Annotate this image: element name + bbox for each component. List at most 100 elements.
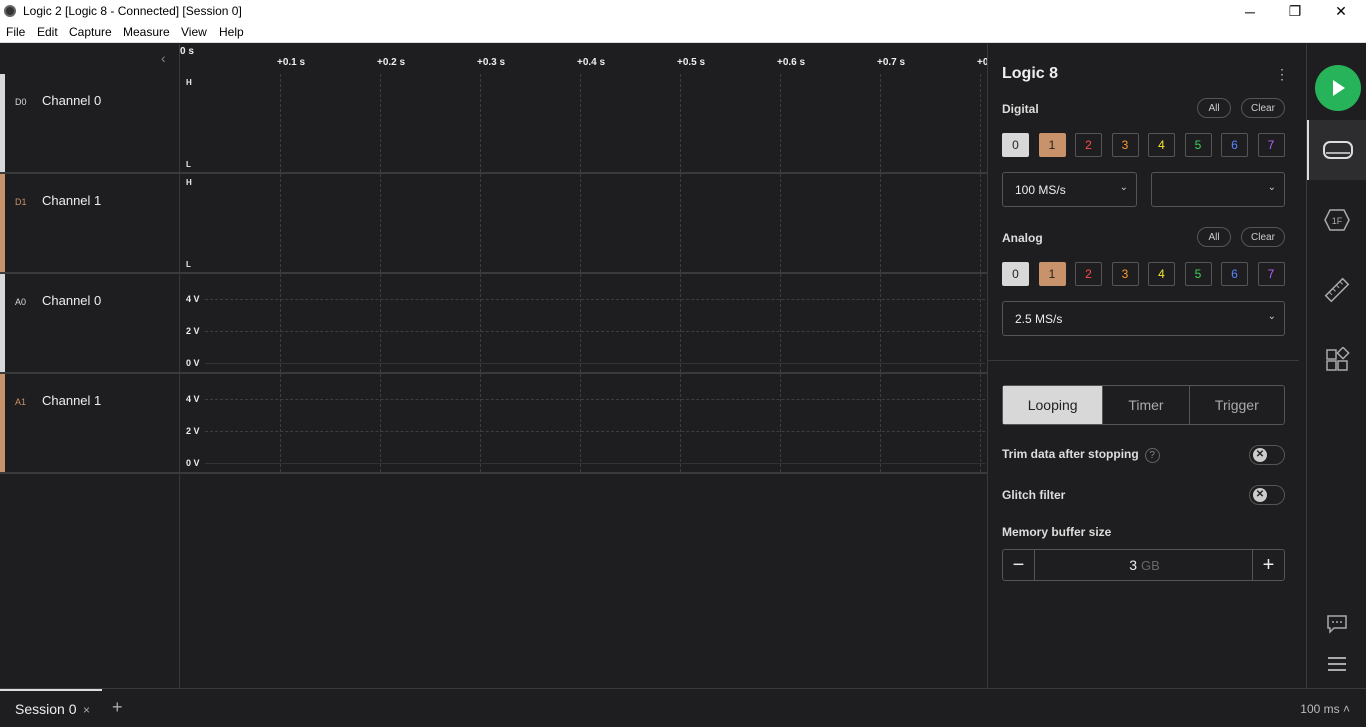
device-title: Logic 8 <box>1002 65 1059 82</box>
chevron-down-icon: ⌄ <box>1119 182 1128 193</box>
mode-trigger[interactable]: Trigger <box>1190 386 1284 424</box>
toggle-off-icon: ✕ <box>1253 448 1267 462</box>
menu-bar: File Edit Capture Measure View Help <box>0 23 1366 43</box>
more-options-icon[interactable]: ⋮ <box>1275 66 1289 83</box>
capture-mode-selector: Looping Timer Trigger <box>1002 385 1285 425</box>
measurements-icon <box>1324 277 1350 303</box>
digital-channel-0-toggle[interactable]: 0 <box>1002 133 1029 157</box>
menu-edit[interactable]: Edit <box>37 25 58 39</box>
level-line <box>205 399 985 400</box>
low-label: L <box>186 160 191 169</box>
analog-channel-1-toggle[interactable]: 1 <box>1038 262 1066 286</box>
title-bar: Logic 2 [Logic 8 - Connected] [Session 0… <box>0 0 1366 23</box>
collapse-labels-icon[interactable]: ‹ <box>161 50 166 66</box>
digital-channel-7-toggle[interactable]: 7 <box>1257 133 1285 157</box>
feedback-icon <box>1327 615 1347 634</box>
analog-section-label: Analog <box>1002 231 1043 245</box>
channel-color-bar <box>0 274 5 372</box>
digital-section-label: Digital <box>1002 102 1039 116</box>
measurements-tab[interactable] <box>1307 260 1366 320</box>
digital-rate-select[interactable]: 100 MS/s ⌄ <box>1002 172 1137 207</box>
analog-channel-4-toggle[interactable]: 4 <box>1148 262 1175 286</box>
voltage-label: 4 V <box>186 394 200 404</box>
channel-row-a1[interactable]: A1 Channel 1 4 V 2 V 0 V <box>0 374 987 474</box>
ruler-zero: 0 s <box>180 46 194 57</box>
decrement-button[interactable]: − <box>1003 550 1035 580</box>
device-settings-panel: Logic 8 ⋮ Digital All Clear 01234567 100… <box>987 44 1306 688</box>
time-ruler[interactable]: ‹ 0 s +0.1 s +0.2 s +0.3 s +0.4 s +0.5 s… <box>0 44 987 74</box>
channel-name[interactable]: Channel 0 <box>42 93 101 108</box>
analog-channel-0-toggle[interactable]: 0 <box>1002 262 1029 286</box>
ruler-tick: +0.7 s <box>877 57 906 68</box>
digital-channel-4-toggle[interactable]: 4 <box>1148 133 1175 157</box>
main-menu-button[interactable] <box>1307 634 1366 694</box>
analog-channel-6-toggle[interactable]: 6 <box>1221 262 1248 286</box>
minimize-button[interactable]: ─ <box>1227 0 1273 23</box>
close-tab-icon[interactable]: × <box>83 703 90 717</box>
help-icon[interactable]: ? <box>1144 448 1160 463</box>
start-capture-button[interactable] <box>1315 65 1361 111</box>
menu-file[interactable]: File <box>6 25 25 39</box>
analog-rate-select[interactable]: 2.5 MS/s ⌄ <box>1002 301 1285 336</box>
digital-channel-3-toggle[interactable]: 3 <box>1111 133 1139 157</box>
digital-channel-1-toggle[interactable]: 1 <box>1038 133 1066 157</box>
ruler-tick: +0 <box>977 57 987 68</box>
menu-capture[interactable]: Capture <box>69 25 112 39</box>
chevron-down-icon: ⌄ <box>1267 311 1276 322</box>
memory-value: 3 <box>1129 557 1137 573</box>
channel-name[interactable]: Channel 1 <box>42 393 101 408</box>
memory-value-display[interactable]: 3 GB <box>1003 557 1286 573</box>
analog-channel-3-toggle[interactable]: 3 <box>1111 262 1139 286</box>
memory-unit: GB <box>1141 558 1160 573</box>
digital-rate-value: 100 MS/s <box>1015 183 1066 197</box>
analyzers-tab[interactable]: 1F <box>1307 190 1366 250</box>
menu-view[interactable]: View <box>181 25 207 39</box>
increment-button[interactable]: + <box>1252 550 1284 580</box>
ruler-tick: +0.5 s <box>677 57 706 68</box>
digital-channel-2-toggle[interactable]: 2 <box>1075 133 1102 157</box>
device-settings-tab[interactable] <box>1307 120 1366 180</box>
analog-channel-7-toggle[interactable]: 7 <box>1257 262 1285 286</box>
channel-row-d1[interactable]: D1 Channel 1 H L <box>0 174 987 274</box>
menu-icon <box>1328 657 1346 671</box>
waveform-area[interactable]: ‹ 0 s +0.1 s +0.2 s +0.3 s +0.4 s +0.5 s… <box>0 44 987 688</box>
mode-looping[interactable]: Looping <box>1003 386 1104 424</box>
voltage-label: 0 V <box>186 458 200 468</box>
ruler-tick: +0.3 s <box>477 57 506 68</box>
tab-session-0[interactable]: Session 0 × <box>0 689 102 727</box>
channel-row-d0[interactable]: D0 Channel 0 H L <box>0 74 987 174</box>
channel-name[interactable]: Channel 0 <box>42 293 101 308</box>
channel-row-a0[interactable]: A0 Channel 0 4 V 2 V 0 V <box>0 274 987 374</box>
channel-color-bar <box>0 174 5 272</box>
analog-clear-button[interactable]: Clear <box>1241 227 1285 247</box>
voltage-label: 2 V <box>186 426 200 436</box>
add-session-button[interactable]: + <box>112 697 123 718</box>
digital-channel-5-toggle[interactable]: 5 <box>1184 133 1212 157</box>
extensions-tab[interactable] <box>1307 330 1366 390</box>
secondary-select[interactable]: ⌄ <box>1151 172 1285 207</box>
glitch-toggle[interactable]: ✕ <box>1249 485 1285 505</box>
close-window-button[interactable]: ✕ <box>1318 0 1364 23</box>
zoom-level[interactable]: 100 ms ˄ <box>1300 702 1350 716</box>
channel-color-bar <box>0 374 5 472</box>
voltage-label: 2 V <box>186 326 200 336</box>
ruler-tick: +0.6 s <box>777 57 806 68</box>
level-line <box>205 431 985 432</box>
analog-channel-2-toggle[interactable]: 2 <box>1075 262 1102 286</box>
menu-help[interactable]: Help <box>219 25 244 39</box>
maximize-button[interactable]: ❐ <box>1272 0 1318 23</box>
trim-toggle[interactable]: ✕ <box>1249 445 1285 465</box>
menu-measure[interactable]: Measure <box>123 25 170 39</box>
low-label: L <box>186 260 191 269</box>
digital-clear-button[interactable]: Clear <box>1241 98 1285 118</box>
digital-channel-6-toggle[interactable]: 6 <box>1221 133 1248 157</box>
voltage-label: 0 V <box>186 358 200 368</box>
channel-name[interactable]: Channel 1 <box>42 193 101 208</box>
digital-all-button[interactable]: All <box>1197 98 1231 118</box>
play-icon <box>1333 80 1345 96</box>
mode-timer[interactable]: Timer <box>1103 386 1190 424</box>
analyzers-icon: 1F <box>1324 209 1350 231</box>
analog-all-button[interactable]: All <box>1197 227 1231 247</box>
high-label: H <box>186 178 192 187</box>
analog-channel-5-toggle[interactable]: 5 <box>1184 262 1212 286</box>
